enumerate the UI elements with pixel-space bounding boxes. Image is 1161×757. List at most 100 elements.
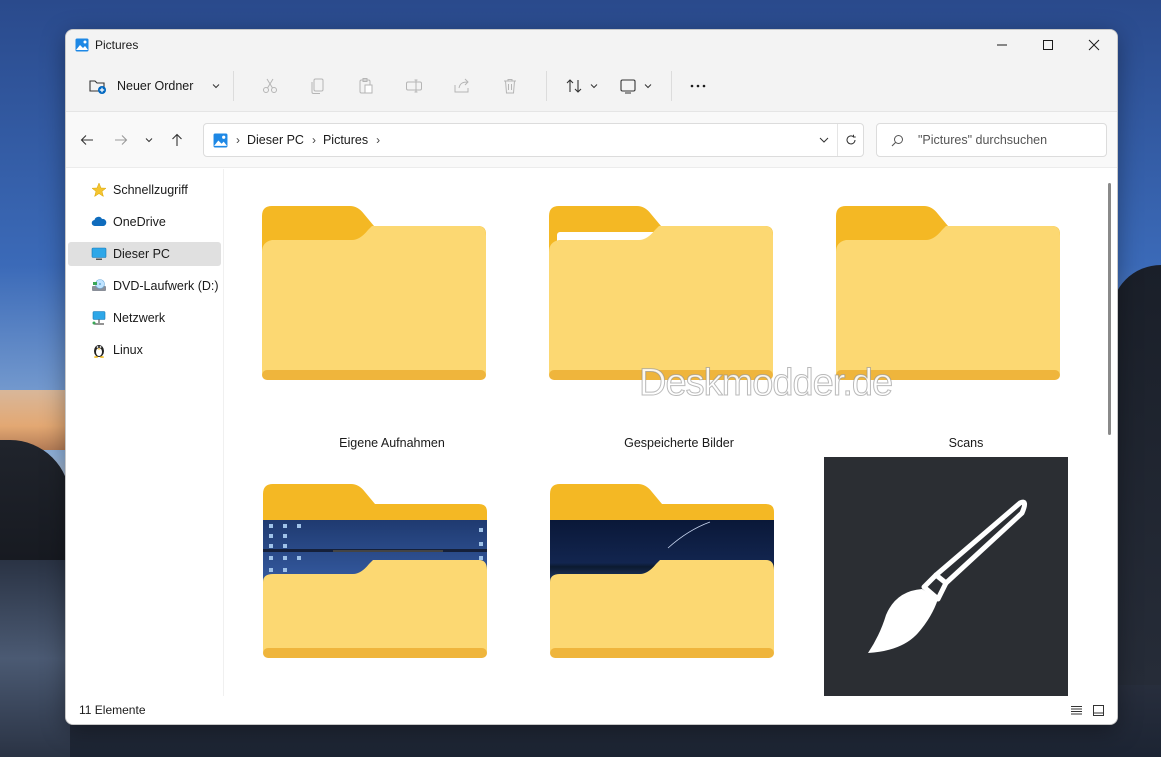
breadcrumb-pictures[interactable]: Pictures	[323, 133, 368, 147]
maximize-button[interactable]	[1025, 30, 1071, 60]
chevron-down-icon	[819, 137, 829, 143]
details-view-button[interactable]	[1065, 702, 1087, 718]
share-icon	[454, 78, 470, 92]
rename-button[interactable]	[390, 70, 438, 102]
search-input[interactable]	[918, 133, 1098, 147]
desktop-wallpaper-water	[0, 560, 70, 757]
toolbar-separator	[546, 70, 548, 101]
title-bar[interactable]: Pictures	[66, 30, 1117, 60]
sidebar-item-dvd-drive[interactable]: DVD-Laufwerk (D:) C	[68, 274, 221, 298]
more-button[interactable]	[684, 70, 712, 102]
sidebar-item-linux[interactable]: Linux	[68, 338, 221, 362]
image-item-paint[interactable]	[824, 457, 1084, 702]
folder-item-desktop-screenshots[interactable]	[263, 482, 523, 662]
item-label: Scans	[948, 436, 984, 450]
chevron-down-icon	[645, 83, 652, 88]
forward-button[interactable]	[104, 124, 138, 156]
arrow-right-icon	[115, 134, 128, 145]
penguin-icon	[94, 345, 104, 358]
dvd-drive-icon	[92, 279, 106, 291]
desktop-wallpaper-mountain	[1111, 265, 1161, 685]
delete-button[interactable]	[486, 70, 534, 102]
arrow-left-icon	[80, 134, 93, 145]
copy-button[interactable]	[294, 70, 342, 102]
tiles-icon	[1092, 704, 1104, 716]
window-title: Pictures	[95, 38, 139, 52]
copy-icon	[311, 78, 324, 94]
item-label: Eigene Aufnahmen	[339, 436, 445, 450]
folder-icon	[549, 206, 773, 380]
refresh-button[interactable]	[837, 124, 863, 156]
chevron-down-icon	[145, 137, 153, 142]
watermark: Deskmodder.de	[638, 362, 893, 405]
sidebar-item-network[interactable]: Netzwerk	[68, 306, 221, 330]
toolbar-separator	[671, 70, 673, 101]
cut-button[interactable]	[246, 70, 294, 102]
pictures-icon	[75, 38, 89, 52]
up-button[interactable]	[160, 124, 194, 156]
maximize-icon	[1043, 40, 1053, 50]
chevron-down-icon[interactable]	[211, 81, 221, 91]
folder-icon	[262, 206, 486, 380]
folder-item-gespeicherte-bilder[interactable]: Gespeicherte Bilder	[549, 204, 809, 464]
sidebar-item-label: DVD-Laufwerk (D:) C	[113, 279, 221, 293]
sort-button[interactable]	[559, 70, 605, 102]
new-folder-button[interactable]: Neuer Ordner	[88, 70, 221, 102]
folder-item-eigene-aufnahmen[interactable]: Eigene Aufnahmen	[262, 204, 522, 464]
paste-button[interactable]	[342, 70, 390, 102]
cloud-icon	[91, 216, 107, 227]
rename-icon	[406, 79, 423, 92]
item-count: 11 Elemente	[79, 703, 146, 717]
desktop-wallpaper-hill	[0, 440, 70, 560]
close-icon	[1088, 39, 1100, 51]
breadcrumb-this-pc[interactable]: Dieser PC	[247, 133, 304, 147]
sidebar-item-quick-access[interactable]: Schnellzugriff	[68, 178, 221, 202]
item-label: Gespeicherte Bilder	[624, 436, 734, 450]
folder-item-scans[interactable]: Scans	[836, 204, 1096, 464]
new-folder-icon	[89, 79, 106, 94]
delete-icon	[504, 78, 517, 93]
toolbar-separator	[233, 70, 235, 101]
back-button[interactable]	[70, 124, 104, 156]
chevron-down-icon	[591, 83, 598, 88]
breadcrumb-separator[interactable]: ›	[236, 133, 240, 147]
scrollbar-thumb[interactable]	[1108, 183, 1111, 435]
refresh-icon	[846, 134, 856, 145]
close-button[interactable]	[1071, 30, 1117, 60]
navigation-bar: › Dieser PC › Pictures ›	[66, 112, 1117, 168]
paintbrush-icon	[824, 457, 1068, 701]
address-bar[interactable]: › Dieser PC › Pictures ›	[203, 123, 864, 157]
address-history-button[interactable]	[811, 124, 837, 156]
more-icon	[691, 84, 706, 87]
sidebar-item-label: Linux	[113, 343, 143, 357]
status-bar: 11 Elemente	[66, 696, 1117, 724]
folder-icon	[836, 206, 1060, 380]
vertical-scrollbar[interactable]	[1107, 169, 1115, 696]
breadcrumb-separator[interactable]: ›	[312, 133, 316, 147]
sidebar-item-label: Netzwerk	[113, 311, 166, 325]
sidebar-item-onedrive[interactable]: OneDrive	[68, 210, 221, 234]
recent-locations-button[interactable]	[138, 124, 160, 156]
folder-icon	[263, 484, 487, 658]
breadcrumb-separator[interactable]: ›	[376, 133, 380, 147]
sidebar-item-label: OneDrive	[113, 215, 166, 229]
new-folder-label: Neuer Ordner	[117, 78, 194, 93]
paste-icon	[359, 77, 373, 93]
list-icon	[1070, 705, 1082, 714]
navigation-pane: Schnellzugriff OneDrive Dieser PC DVD-La…	[66, 169, 224, 696]
arrow-up-icon	[172, 133, 182, 146]
minimize-icon	[997, 44, 1007, 46]
pictures-icon	[213, 133, 228, 147]
sidebar-item-this-pc[interactable]: Dieser PC	[68, 242, 221, 266]
view-button[interactable]	[613, 70, 659, 102]
view-icon	[620, 78, 636, 93]
search-box[interactable]	[876, 123, 1107, 157]
tiles-view-button[interactable]	[1087, 702, 1109, 718]
folder-item-wallpapers[interactable]	[550, 482, 810, 662]
monitor-icon	[91, 247, 107, 260]
folder-icon	[550, 484, 774, 658]
cut-icon	[263, 78, 278, 93]
share-button[interactable]	[438, 70, 486, 102]
explorer-window: Pictures Neuer Ordner › Dieser PC › Pict…	[65, 29, 1118, 725]
minimize-button[interactable]	[979, 30, 1025, 60]
